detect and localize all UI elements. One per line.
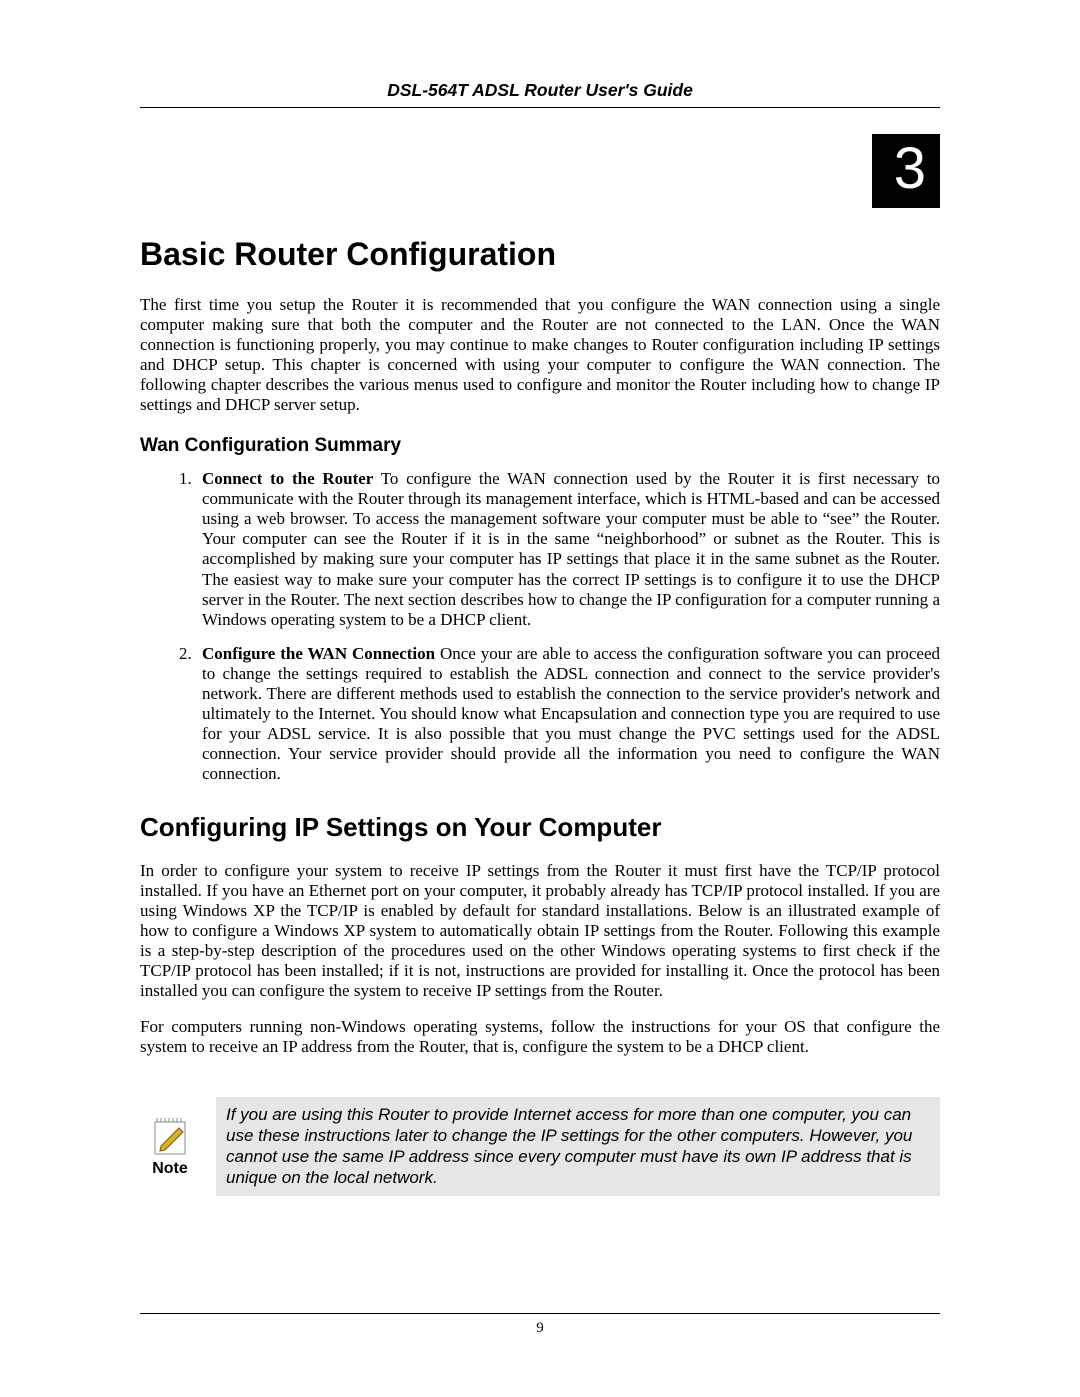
ip-section-heading: Configuring IP Settings on Your Computer	[140, 812, 940, 843]
ip-paragraph-1: In order to configure your system to rec…	[140, 861, 940, 1001]
note-block: Note If you are using this Router to pro…	[140, 1097, 940, 1196]
ip-paragraph-2: For computers running non-Windows operat…	[140, 1017, 940, 1057]
list-item: Connect to the Router To configure the W…	[196, 469, 940, 629]
document-page: DSL-564T ADSL Router User's Guide 3 Basi…	[0, 0, 1080, 1397]
notepad-icon	[153, 1116, 187, 1156]
wan-summary-heading: Wan Configuration Summary	[140, 435, 940, 457]
note-text: If you are using this Router to provide …	[216, 1097, 940, 1196]
list-item-text: To configure the WAN connection used by …	[202, 469, 940, 628]
list-item-lead: Connect to the Router	[202, 469, 373, 488]
list-item-text: Once your are able to access the configu…	[202, 644, 940, 783]
wan-summary-list: Connect to the Router To configure the W…	[140, 469, 940, 784]
note-icon-cell: Note	[140, 1116, 200, 1178]
running-title-text: DSL-564T ADSL Router User's Guide	[387, 80, 693, 100]
list-item: Configure the WAN Connection Once your a…	[196, 644, 940, 784]
note-label: Note	[140, 1160, 200, 1178]
list-item-lead: Configure the WAN Connection	[202, 644, 435, 663]
page-title: Basic Router Configuration	[140, 236, 940, 273]
chapter-number-box: 3	[872, 134, 940, 208]
chapter-number: 3	[894, 136, 926, 201]
page-number: 9	[536, 1320, 544, 1336]
intro-paragraph: The first time you setup the Router it i…	[140, 295, 940, 415]
running-header: DSL-564T ADSL Router User's Guide	[140, 80, 940, 108]
page-footer: 9	[140, 1313, 940, 1337]
